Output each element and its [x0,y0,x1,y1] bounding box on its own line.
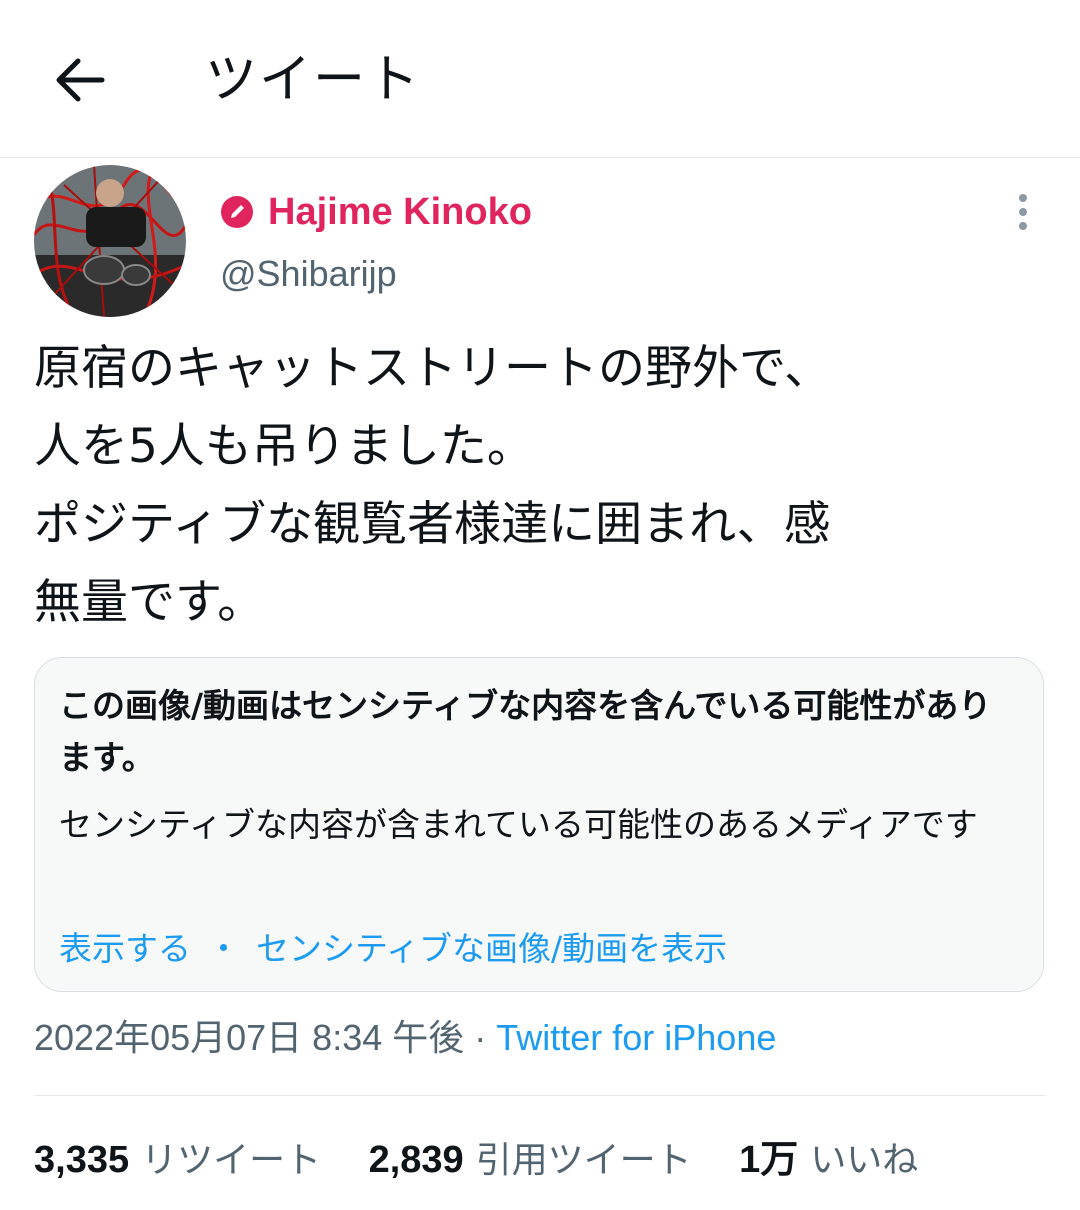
likes-stat[interactable]: 1万 いいね [739,1132,918,1189]
back-button[interactable] [48,48,112,112]
timestamp[interactable]: 2022年05月07日 8:34 午後 [34,1017,464,1058]
separator-dot: ・ [207,929,240,968]
quotes-label: 引用ツイート [475,1140,692,1181]
divider [34,1095,1046,1096]
sensitive-actions: 表示する・センシティブな画像/動画を表示 [59,924,727,974]
tweet-text: 原宿のキャットストリートの野外で、 人を5人も吊りました。 ポジティブな観覧者様… [34,341,832,630]
retweets-label: リツイート [141,1140,322,1181]
retweets-stat[interactable]: 3,335 リツイート [34,1132,321,1189]
likes-count: 1万 [739,1139,799,1181]
page-title: ツイート [205,50,422,110]
pencil-circle-icon [221,196,253,228]
source-link[interactable]: Twitter for iPhone [496,1017,776,1058]
more-options-button[interactable] [1008,190,1038,234]
likes-label: いいね [810,1140,919,1181]
sensitive-warning-title: この画像/動画はセンシティブな内容を含んでいる可能性があります。 [59,686,992,777]
engagement-stats: 3,335 リツイート 2,839 引用ツイート 1万 いいね [34,1132,954,1189]
meta-separator: · [464,1017,497,1058]
quotes-stat[interactable]: 2,839 引用ツイート [369,1132,692,1189]
show-media-link[interactable]: 表示する [59,929,191,968]
display-name: Hajime Kinoko [268,191,532,233]
tweet-meta: 2022年05月07日 8:34 午後 · Twitter for iPhone [34,1012,776,1064]
retweets-count: 3,335 [34,1139,130,1181]
avatar[interactable] [34,165,186,317]
sensitive-media-card: この画像/動画はセンシティブな内容を含んでいる可能性があります。 センシティブな… [34,657,1044,992]
top-bar: ツイート [0,0,1080,158]
author-handle[interactable]: @Shibarijp [220,250,397,298]
sensitive-warning-description: センシティブな内容が含まれている可能性のあるメディアです [59,805,978,844]
author-name[interactable]: Hajime Kinoko [220,188,532,236]
avatar-image [34,165,186,317]
arrow-left-icon [56,58,105,102]
sensitive-settings-link[interactable]: センシティブな画像/動画を表示 [256,929,727,968]
more-vertical-icon [1019,194,1027,230]
quotes-count: 2,839 [368,1139,464,1181]
